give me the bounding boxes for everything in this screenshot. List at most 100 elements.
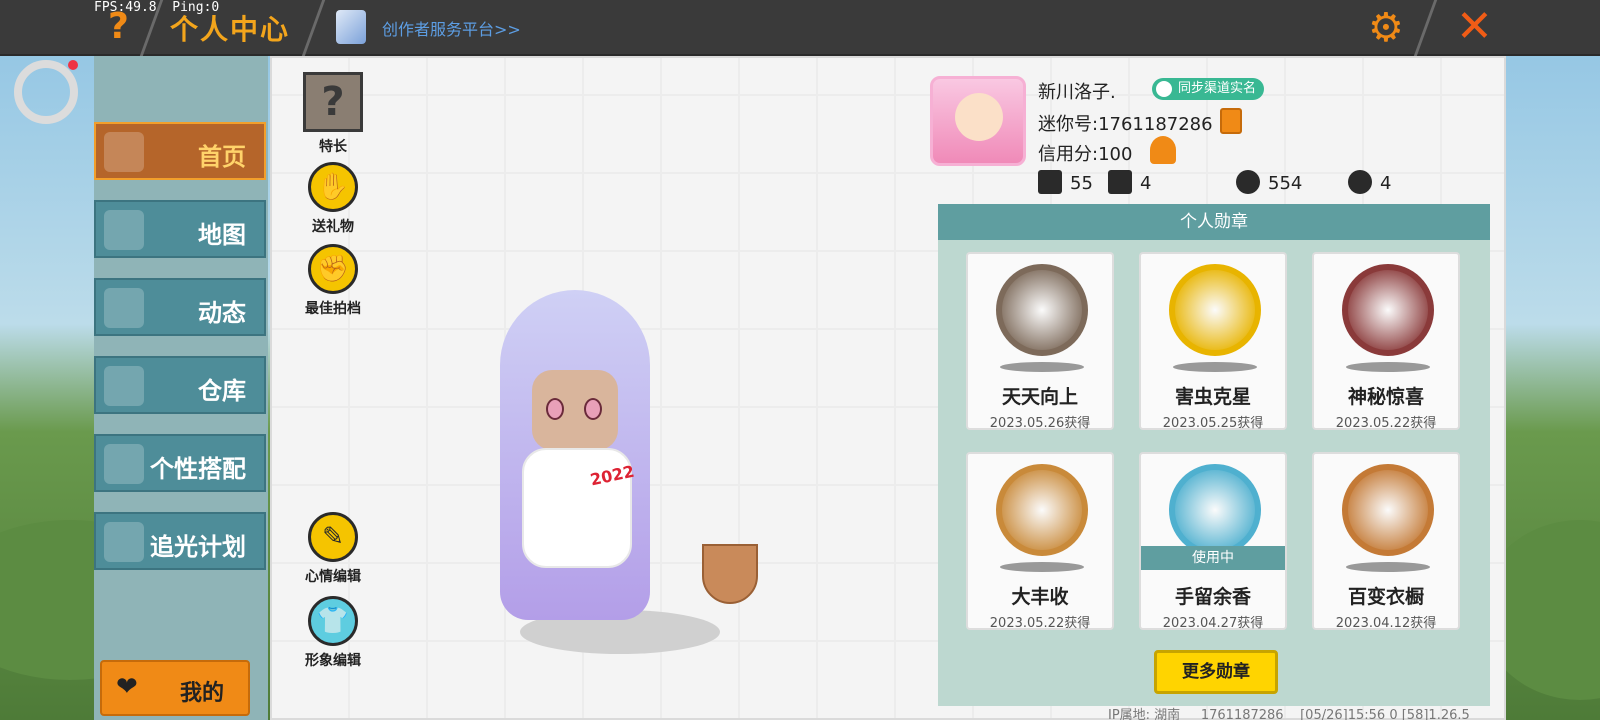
popularity-count: 554	[1268, 173, 1303, 194]
creator-platform-link[interactable]: 创作者服务平台>>	[382, 16, 521, 40]
footer-info: IP属地: 湖南 1761187286 [05/26]15:56 0 [58]1…	[1108, 704, 1470, 720]
send-gift-button[interactable]: ✋ 送礼物	[293, 162, 373, 236]
posts-count: 55	[1070, 173, 1093, 194]
medal-card[interactable]: 百变衣橱 2023.04.12获得	[1312, 452, 1460, 631]
mood-edit-button[interactable]: ✎ 心情编辑	[293, 512, 373, 586]
medal-name: 大丰收	[1011, 586, 1069, 608]
avatar-face	[532, 370, 618, 450]
medal-card[interactable]: 神秘惊喜 2023.05.22获得	[1312, 252, 1460, 431]
medal-name: 手留余香	[1174, 586, 1251, 608]
medal-card[interactable]: 天天向上 2023.05.26获得	[966, 252, 1114, 431]
sidebar: 首页 地图 动态 仓库 个性搭配 追光计划 ❤ 我的	[94, 56, 268, 720]
shirt-icon: 👕	[308, 596, 358, 646]
specialty-button[interactable]: ? 特长	[293, 72, 373, 156]
best-partner-button[interactable]: ✊ 最佳拍档	[293, 244, 373, 318]
sidebar-item-chase-light[interactable]: 追光计划	[94, 512, 266, 570]
posts-stat[interactable]: 55	[1038, 170, 1093, 194]
copy-icon[interactable]	[1220, 108, 1242, 134]
medal-card[interactable]: 大丰收 2023.05.22获得	[966, 452, 1114, 631]
avatar-eye	[584, 398, 602, 420]
sidebar-item-outfit[interactable]: 个性搭配	[94, 434, 266, 492]
home-icon	[104, 132, 144, 172]
sidebar-item-home[interactable]: 首页	[94, 122, 266, 180]
divider	[301, 0, 326, 56]
flame-icon	[1236, 170, 1260, 194]
medal-name: 神秘惊喜	[1347, 386, 1424, 408]
medal-pedestal	[1346, 362, 1430, 372]
hearts-icon	[1348, 170, 1372, 194]
medal-pedestal	[1000, 562, 1084, 572]
medal-name: 天天向上	[1001, 386, 1078, 408]
avatar[interactable]	[930, 76, 1026, 166]
specialty-label: 特长	[319, 139, 347, 155]
edit-icon: ✎	[308, 512, 358, 562]
top-bar: FPS:49.8 Ping:0 ? 个人中心 创作者服务平台>> ⚙ ✕	[0, 0, 1600, 56]
sidebar-item-label: 动态	[198, 299, 246, 327]
medal-card[interactable]: 使用中 手留余香 2023.04.27获得	[1139, 452, 1287, 631]
sidebar-item-label: 个性搭配	[150, 455, 246, 483]
handshake-icon: ✊	[308, 244, 358, 294]
medal-date: 2023.04.27获得	[1162, 616, 1264, 631]
medal-pedestal	[1346, 562, 1430, 572]
fans-stat[interactable]: 4	[1108, 170, 1151, 194]
sidebar-item-label: 追光计划	[150, 533, 246, 561]
gear-icon[interactable]: ⚙	[1368, 6, 1404, 50]
mini-id: 迷你号:1761187286	[1038, 114, 1213, 135]
sidebar-item-warehouse[interactable]: 仓库	[94, 356, 266, 414]
medal-date: 2023.05.26获得	[989, 416, 1091, 431]
avatar-edit-label: 形象编辑	[305, 653, 361, 669]
medal-card[interactable]: 害虫克星 2023.05.25获得	[1139, 252, 1287, 431]
footer-uid: 1761187286	[1200, 708, 1284, 720]
medal-badge-icon	[996, 464, 1088, 556]
record-button[interactable]	[14, 60, 78, 124]
map-icon	[104, 210, 144, 250]
fans-icon	[1108, 170, 1132, 194]
likes-stat[interactable]: 4	[1348, 170, 1391, 194]
mood-edit-label: 心情编辑	[305, 569, 361, 585]
bookmark-plus-icon	[1038, 170, 1062, 194]
mine-button[interactable]: ❤ 我的	[100, 660, 250, 716]
popularity-stat[interactable]: 554	[1236, 170, 1302, 194]
sidebar-item-feed[interactable]: 动态	[94, 278, 266, 336]
record-indicator	[68, 60, 78, 70]
sidebar-item-map[interactable]: 地图	[94, 200, 266, 258]
footer-version: [58]1.26.5	[1401, 708, 1470, 720]
medal-pedestal	[1173, 362, 1257, 372]
cube-icon[interactable]	[336, 10, 366, 44]
more-medals-button[interactable]: 更多勋章	[1154, 650, 1278, 694]
outfit-icon	[104, 444, 144, 484]
fans-count: 4	[1140, 173, 1152, 194]
in-use-label: 使用中	[1141, 546, 1285, 570]
ip-location: IP属地: 湖南	[1108, 708, 1181, 720]
sidebar-item-label: 首页	[198, 143, 246, 171]
avatar-edit-button[interactable]: 👕 形象编辑	[293, 596, 373, 670]
mine-label: 我的	[180, 681, 225, 706]
medal-date: 2023.05.22获得	[1335, 416, 1437, 431]
sidebar-item-label: 地图	[198, 221, 246, 249]
heart-icon: ❤	[116, 672, 138, 702]
medal-name: 害虫克星	[1174, 386, 1251, 408]
sidebar-item-label: 仓库	[198, 377, 246, 405]
medal-badge-icon	[1169, 464, 1261, 556]
likes-count: 4	[1380, 173, 1392, 194]
avatar-eye	[546, 398, 564, 420]
page-title: 个人中心	[170, 13, 291, 46]
best-partner-label: 最佳拍档	[305, 301, 361, 317]
medal-name: 百变衣橱	[1347, 586, 1424, 608]
warehouse-icon	[104, 366, 144, 406]
user-badge-icon[interactable]	[1150, 136, 1176, 164]
divider	[1413, 0, 1438, 56]
medal-section-header: 个人勋章	[938, 204, 1490, 240]
close-icon[interactable]: ✕	[1456, 2, 1493, 52]
realname-badge: 同步渠道实名	[1152, 78, 1265, 100]
basket-icon	[702, 544, 758, 604]
send-gift-label: 送礼物	[312, 219, 354, 235]
medal-badge-icon	[996, 264, 1088, 356]
medal-badge-icon	[1342, 464, 1434, 556]
character-avatar[interactable]: 2022	[470, 270, 780, 670]
credit-score: 信用分:100	[1038, 144, 1133, 165]
gift-icon: ✋	[308, 162, 358, 212]
footer-timestamp: [05/26]15:56 0	[1300, 708, 1398, 720]
medal-date: 2023.05.25获得	[1162, 416, 1264, 431]
question-icon[interactable]: ?	[108, 6, 129, 47]
